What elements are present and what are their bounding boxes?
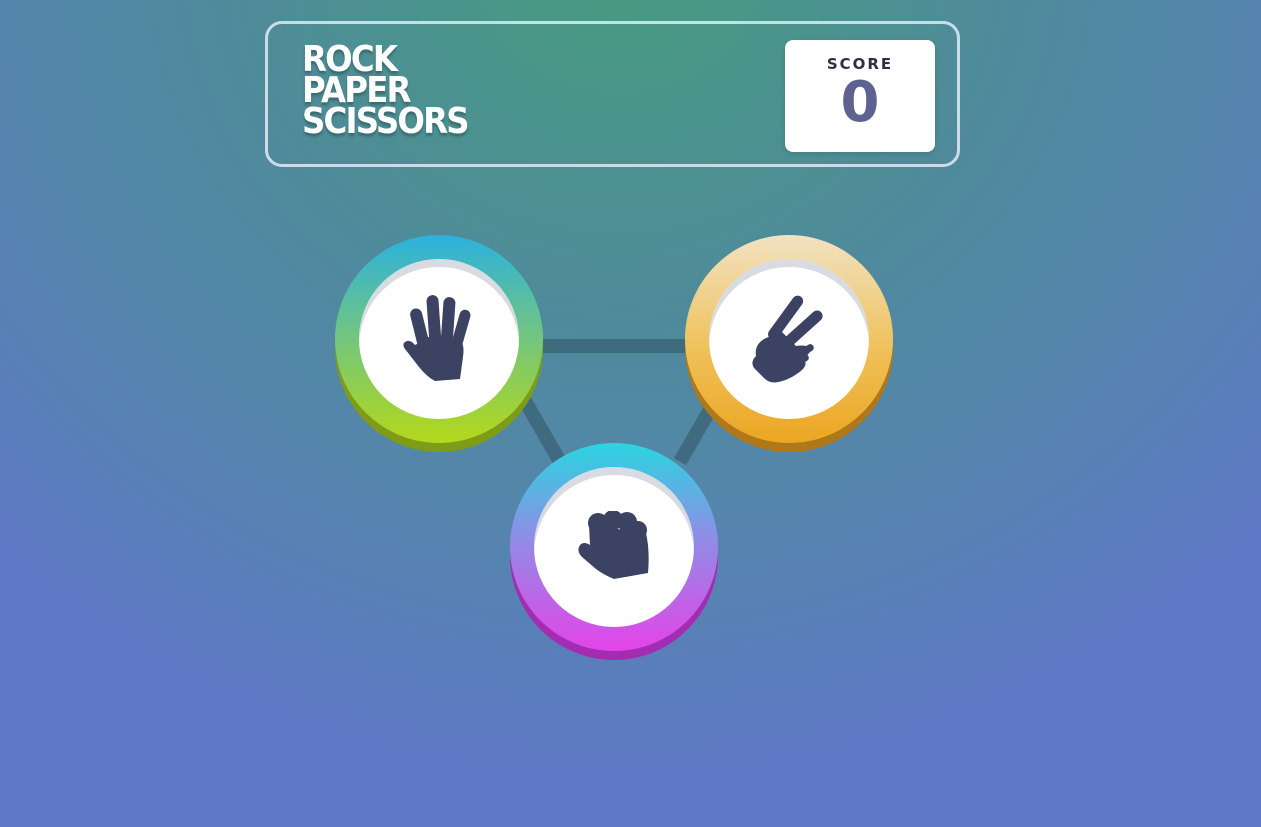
paper-choice-face (359, 259, 519, 419)
paper-hand-icon (403, 295, 471, 381)
scissors-hand-icon (752, 295, 823, 383)
scissors-choice-face (709, 259, 869, 419)
scissors-choice-button[interactable] (685, 235, 893, 443)
rock-choice-button[interactable] (510, 443, 718, 651)
score-box: SCORE 0 (785, 40, 935, 152)
title-line-scissors: SCISSORS (302, 101, 470, 142)
rock-fist-icon (578, 511, 649, 579)
paper-choice-button[interactable] (335, 235, 543, 443)
game-header: ROCK PAPER SCISSORS SCORE 0 (265, 21, 960, 167)
score-value: 0 (840, 70, 880, 135)
triangle-connector-top (530, 339, 700, 353)
game-title: ROCK PAPER SCISSORS (302, 42, 470, 142)
rock-choice-face (534, 467, 694, 627)
